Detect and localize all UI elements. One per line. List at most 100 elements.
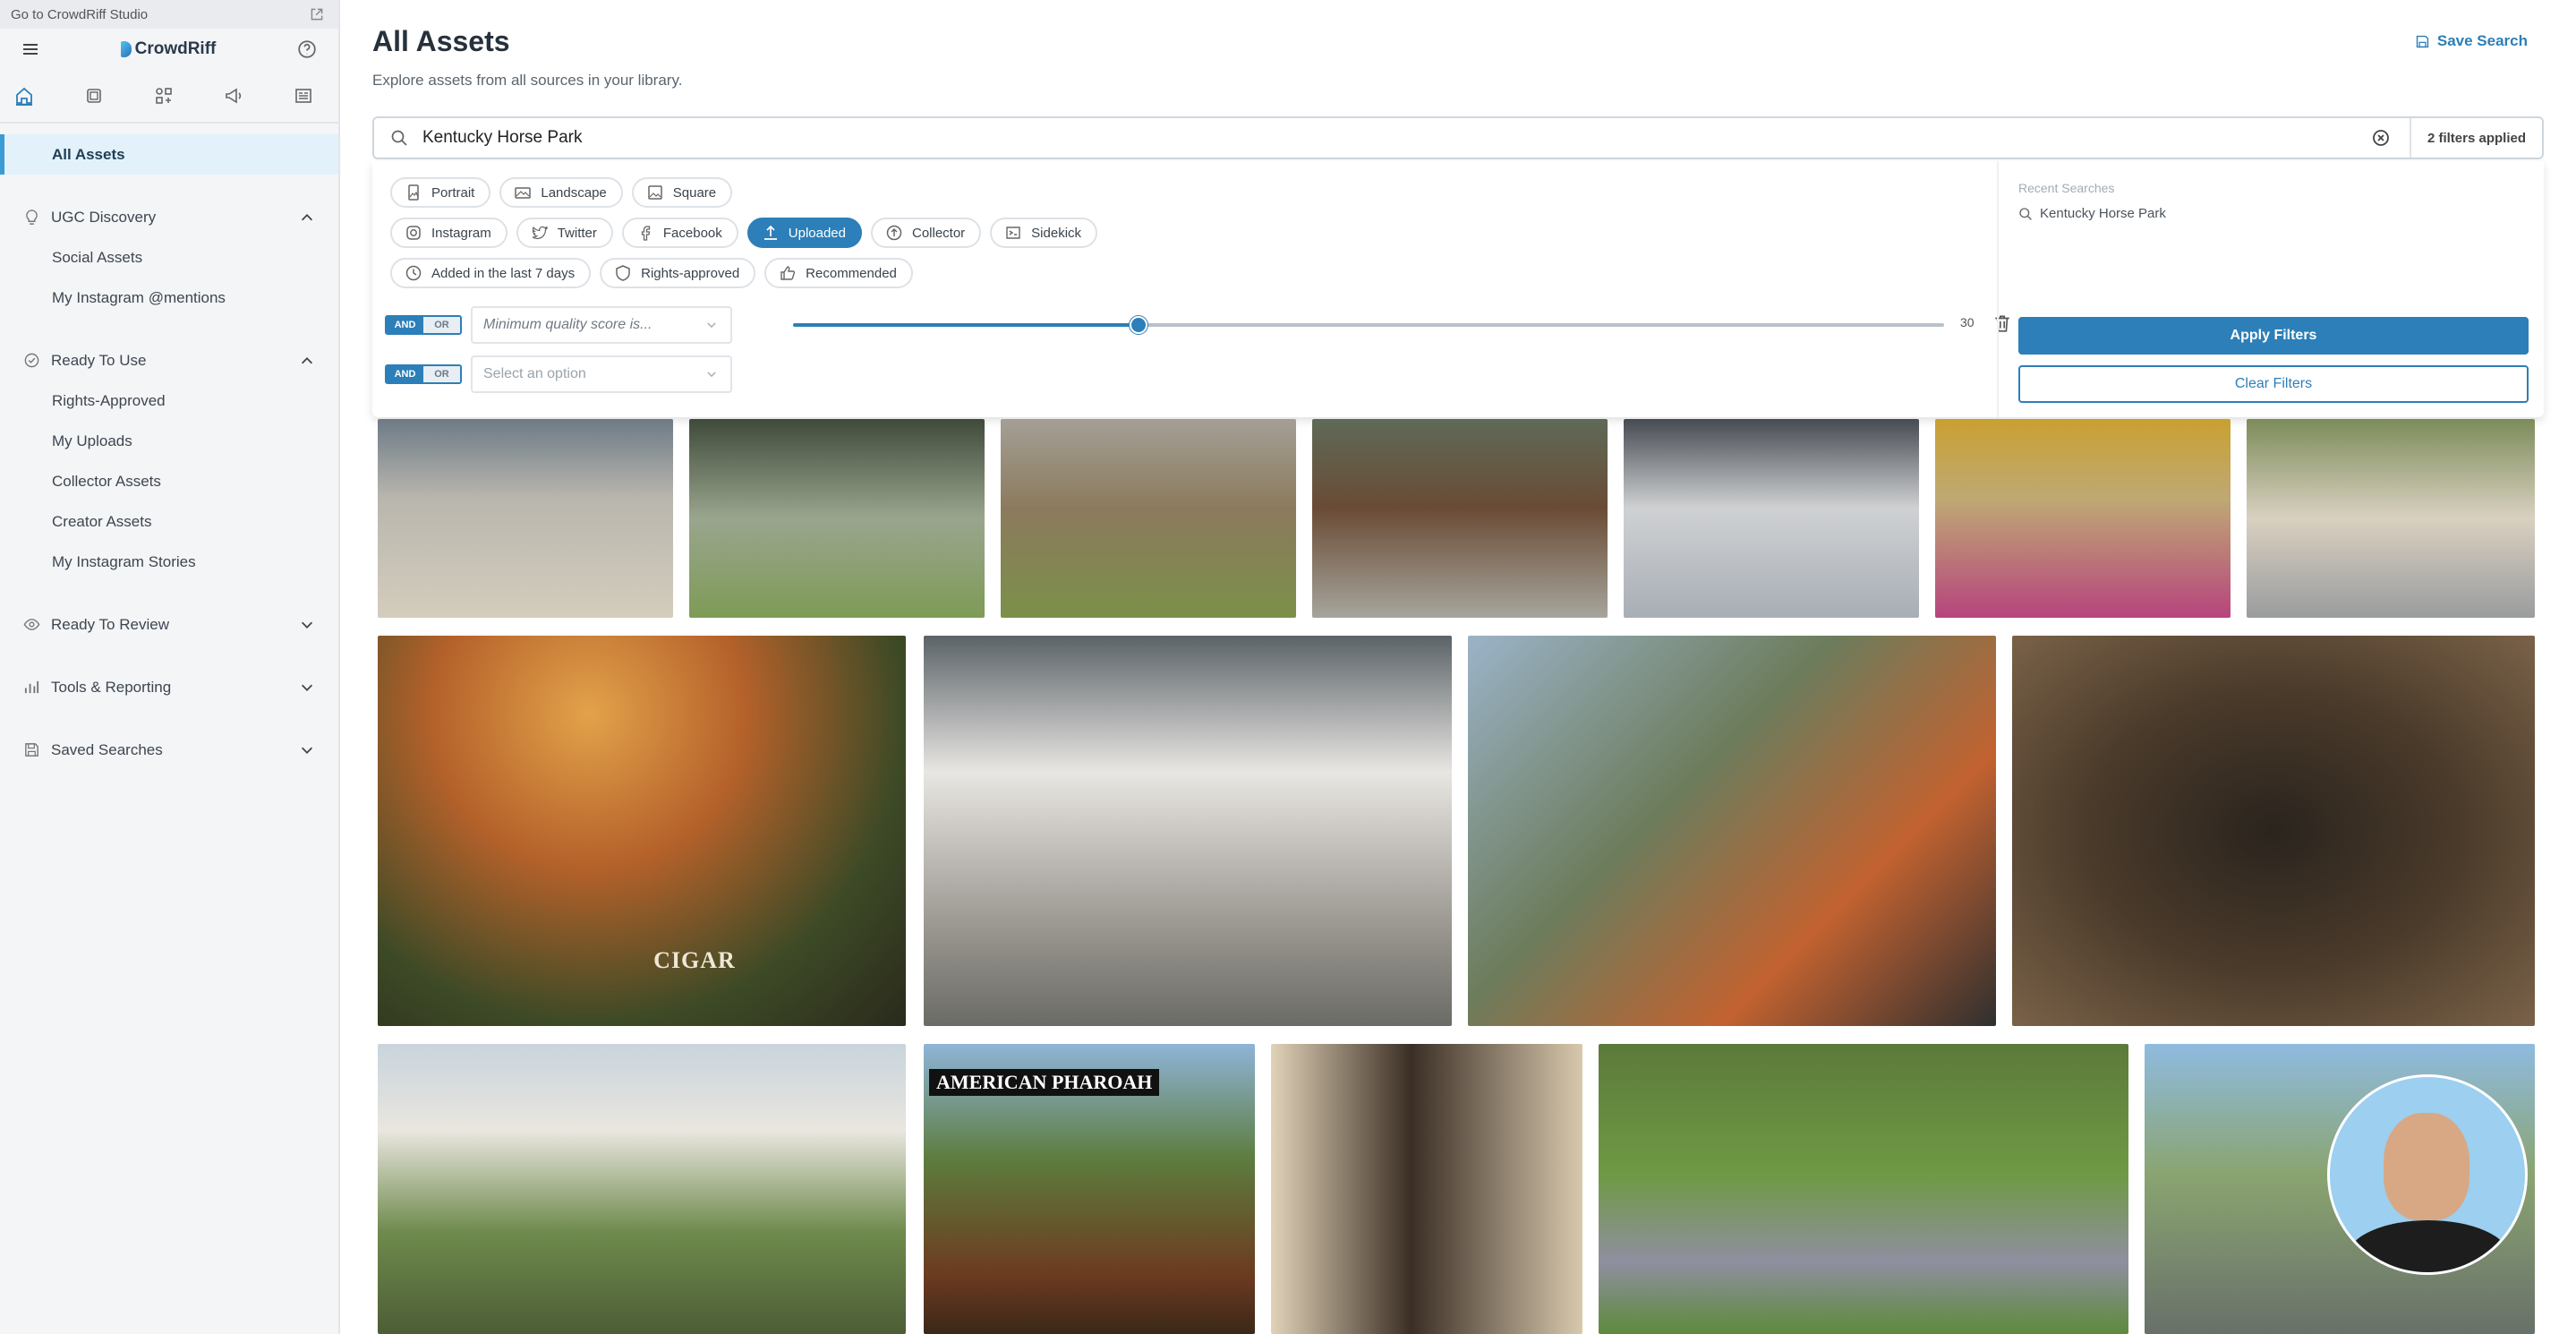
asset-thumbnail[interactable] (1001, 419, 1296, 618)
quality-score-select[interactable]: Minimum quality score is... (471, 306, 732, 344)
home-icon[interactable] (14, 86, 34, 106)
sidebar-item-label: My Instagram Stories (52, 552, 196, 570)
search-icon (2019, 207, 2032, 220)
chip-label: Uploaded (788, 225, 846, 241)
sidebar-item-all-assets[interactable]: All Assets (0, 134, 338, 175)
chevron-down-icon (707, 322, 716, 329)
sidebar-section-ready-to-use[interactable]: Ready To Use (0, 340, 338, 381)
select-placeholder: Select an option (483, 366, 586, 381)
recent-search-item[interactable]: Kentucky Horse Park (2018, 206, 2166, 221)
clear-filters-button[interactable]: Clear Filters (2018, 365, 2529, 403)
facebook-icon (641, 226, 651, 241)
source-filters: Instagram Twitter Facebook Uploaded Coll… (390, 218, 1098, 248)
and-option[interactable]: AND (387, 366, 423, 382)
asset-thumbnail[interactable] (1599, 1044, 2128, 1334)
sidebar-section-saved-searches[interactable]: Saved Searches (0, 730, 338, 770)
option-select[interactable]: Select an option (471, 355, 732, 393)
chip-facebook[interactable]: Facebook (621, 218, 738, 248)
chevron-down-icon[interactable] (299, 742, 315, 758)
recent-searches-panel: Recent Searches Kentucky Horse Park Appl… (1997, 161, 2544, 417)
sidebar-item-creator-assets[interactable]: Creator Assets (0, 501, 338, 542)
studio-link[interactable]: Go to CrowdRiff Studio (11, 7, 148, 22)
hamburger-menu-icon[interactable] (21, 40, 39, 58)
sidebar-section-ready-to-review[interactable]: Ready To Review (0, 604, 338, 645)
chevron-up-icon[interactable] (299, 353, 315, 369)
help-icon[interactable] (297, 39, 317, 59)
asset-thumbnail[interactable] (378, 1044, 906, 1334)
chip-landscape[interactable]: Landscape (499, 177, 623, 208)
sidebar-item-my-uploads[interactable]: My Uploads (0, 421, 338, 461)
sidebar-section-ugc-discovery[interactable]: UGC Discovery (0, 197, 338, 237)
search-bar[interactable]: Kentucky Horse Park 2 filters applied (372, 116, 2544, 159)
asset-thumbnail[interactable] (2012, 636, 2535, 1026)
sidebar-item-social-assets[interactable]: Social Assets (0, 237, 338, 278)
sidebar-section-label: Ready To Use (51, 351, 147, 369)
apply-filters-button[interactable]: Apply Filters (2018, 317, 2529, 355)
chevron-up-icon[interactable] (299, 210, 315, 226)
apps-icon[interactable] (154, 86, 174, 106)
collector-icon (886, 225, 902, 241)
gallery-icon[interactable] (84, 86, 104, 106)
and-option[interactable]: AND (387, 317, 423, 333)
filters-applied-badge[interactable]: 2 filters applied (2409, 118, 2542, 158)
chip-label: Landscape (541, 184, 607, 201)
instagram-icon (406, 226, 421, 240)
save-search-button[interactable]: Save Search (2415, 32, 2528, 50)
asset-thumbnail[interactable] (1468, 636, 1996, 1026)
asset-thumbnail-cigar-statue[interactable]: CIGAR (378, 636, 906, 1026)
chip-uploaded[interactable]: Uploaded (746, 218, 862, 248)
and-or-toggle[interactable]: AND OR (385, 364, 462, 384)
asset-thumbnail[interactable] (1935, 419, 2231, 618)
sidebar-item-instagram-mentions[interactable]: My Instagram @mentions (0, 278, 338, 318)
asset-thumbnail[interactable] (2247, 419, 2535, 618)
chip-twitter[interactable]: Twitter (516, 218, 613, 248)
external-link-icon[interactable] (310, 7, 324, 21)
or-option[interactable]: OR (423, 366, 460, 382)
studio-link-bar[interactable]: Go to CrowdRiff Studio (0, 0, 338, 29)
asset-thumbnail[interactable] (924, 636, 1452, 1026)
asset-caption: AMERICAN PHAROAH (929, 1069, 1160, 1096)
clear-search-icon[interactable] (2372, 129, 2390, 147)
chip-rights-approved[interactable]: Rights-approved (600, 258, 756, 288)
chip-added-last-7-days[interactable]: Added in the last 7 days (390, 258, 592, 288)
check-circle-icon (24, 353, 39, 368)
sidebar-item-rights-approved[interactable]: Rights-Approved (0, 381, 338, 421)
sidebar-section-label: Ready To Review (51, 615, 169, 633)
chip-collector[interactable]: Collector (870, 218, 982, 248)
chip-recommended[interactable]: Recommended (764, 258, 913, 288)
chevron-down-icon[interactable] (299, 680, 315, 696)
asset-thumbnail[interactable] (689, 419, 985, 618)
asset-thumbnail[interactable] (1312, 419, 1608, 618)
slider-handle[interactable] (1129, 316, 1147, 334)
brand-row: CrowdRiff (0, 29, 338, 70)
asset-thumbnail[interactable] (1271, 1044, 1582, 1334)
sidebar-section-tools-reporting[interactable]: Tools & Reporting (0, 667, 338, 707)
chip-portrait[interactable]: Portrait (390, 177, 491, 208)
chip-square[interactable]: Square (631, 177, 733, 208)
report-icon[interactable] (294, 86, 313, 106)
asset-thumbnail[interactable] (378, 419, 673, 618)
presenter-face (2384, 1113, 2469, 1220)
sidebar-item-label: Social Assets (52, 248, 143, 266)
sidebar-item-instagram-stories[interactable]: My Instagram Stories (0, 542, 338, 582)
quality-score-slider[interactable] (793, 316, 1944, 334)
chip-instagram[interactable]: Instagram (390, 218, 508, 248)
sidebar-item-collector-assets[interactable]: Collector Assets (0, 461, 338, 501)
chip-label: Twitter (557, 225, 597, 241)
chevron-down-icon[interactable] (299, 617, 315, 633)
or-option[interactable]: OR (423, 317, 460, 333)
sidebar: Go to CrowdRiff Studio CrowdRiff All Ass… (0, 0, 340, 1334)
asset-thumbnail[interactable] (1624, 419, 1919, 618)
and-or-toggle[interactable]: AND OR (385, 315, 462, 335)
asset-thumbnail-american-pharoah[interactable]: AMERICAN PHAROAH (924, 1044, 1255, 1334)
chip-label: Rights-approved (641, 265, 740, 281)
page-subtitle: Explore assets from all sources in your … (372, 72, 683, 89)
slider-value-label: 30 (1960, 315, 1975, 329)
save-search-label: Save Search (2436, 32, 2528, 49)
chip-sidekick[interactable]: Sidekick (990, 218, 1098, 248)
sidebar-section-label: UGC Discovery (51, 208, 157, 226)
search-input[interactable]: Kentucky Horse Park (422, 128, 2372, 148)
megaphone-icon[interactable] (224, 86, 243, 106)
recent-searches-title: Recent Searches (2018, 181, 2115, 195)
condition-row-empty: AND OR Select an option (385, 355, 732, 393)
